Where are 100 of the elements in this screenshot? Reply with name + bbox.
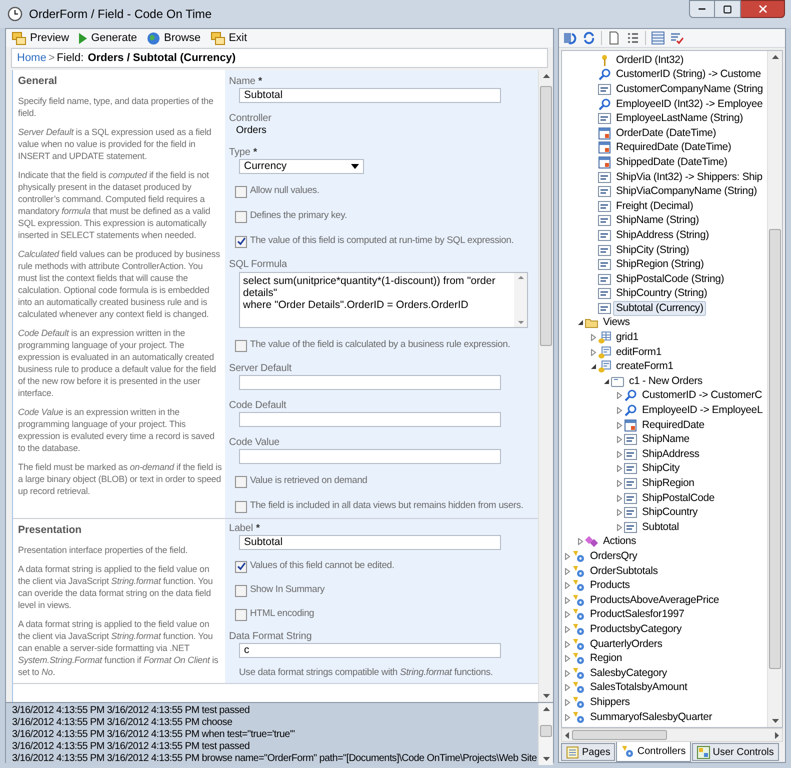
tree-item[interactable]: OrderSubtotals — [587, 564, 661, 579]
scrollbar-thumb[interactable] — [572, 730, 667, 740]
expand-arrow-icon[interactable] — [616, 509, 622, 516]
expand-arrow-icon[interactable] — [590, 334, 596, 342]
tree-item[interactable]: QuarterlyOrders — [587, 636, 666, 652]
checkbox[interactable] — [235, 340, 247, 352]
tree-item[interactable]: ShipCity (String) — [613, 242, 692, 258]
tree-item[interactable]: ShipAddress (String) — [613, 228, 712, 243]
tree-item[interactable]: ShipPostalCode — [639, 490, 718, 506]
tree-item[interactable]: c1 - New Orders — [626, 374, 706, 389]
expand-arrow-icon[interactable] — [564, 714, 570, 721]
collapse-arrow-icon[interactable] — [576, 319, 584, 326]
formula-field[interactable]: select sum(unitprice*quantity*(1-discount)) from "order details" where "Order Details".OrderID = Orders.OrderID — [239, 272, 528, 328]
tree-item[interactable]: ShippedDate (DateTime) — [613, 154, 730, 170]
expand-arrow-icon[interactable] — [616, 465, 622, 472]
checkbox[interactable] — [235, 560, 247, 572]
tree-item[interactable]: ShipCountry — [639, 505, 701, 520]
checklist-icon[interactable] — [670, 31, 684, 45]
scrollbar[interactable] — [767, 51, 782, 727]
page-icon[interactable] — [607, 31, 621, 45]
tree-item[interactable]: Region — [587, 651, 626, 666]
checkbox[interactable] — [235, 500, 247, 512]
scroll-right-icon[interactable] — [775, 732, 779, 738]
expand-arrow-icon[interactable] — [564, 611, 570, 618]
text-field[interactable]: Subtotal — [239, 535, 501, 550]
expand-arrow-icon[interactable] — [564, 568, 570, 575]
tree-item[interactable]: SalesbyCategory — [587, 666, 670, 681]
expand-arrow-icon[interactable] — [576, 538, 584, 546]
tree-item[interactable]: ProductSalesfor1997 — [587, 607, 688, 622]
expand-arrow-icon[interactable] — [564, 626, 570, 633]
scrollbar-thumb[interactable] — [540, 725, 552, 737]
expand-arrow-icon[interactable] — [564, 684, 570, 692]
text-field[interactable] — [239, 375, 501, 390]
checkbox[interactable] — [235, 186, 247, 198]
expand-arrow-icon[interactable] — [616, 436, 622, 444]
expand-arrow-icon[interactable] — [564, 698, 570, 706]
scroll-down-icon[interactable] — [542, 757, 550, 761]
type-dropdown[interactable]: Currency — [239, 159, 364, 174]
tree-item[interactable]: grid1 — [613, 330, 642, 346]
scroll-down-icon[interactable] — [542, 694, 550, 698]
tree-item[interactable]: ShipVia (Int32) -> Shippers: Ship — [613, 170, 766, 185]
text-field[interactable]: c — [239, 643, 501, 658]
expand-arrow-icon[interactable] — [616, 494, 622, 502]
scroll-down-icon[interactable] — [518, 321, 524, 324]
tree-item[interactable]: createForm1 — [613, 359, 676, 374]
scroll-up-icon[interactable] — [772, 55, 778, 59]
tree-item[interactable]: ShipRegion — [639, 476, 698, 492]
text-field[interactable] — [239, 449, 501, 464]
tree-item[interactable]: ShipAddress — [639, 446, 702, 462]
expand-arrow-icon[interactable] — [590, 348, 596, 356]
horizontal-scrollbar[interactable] — [561, 728, 783, 742]
tree-item[interactable]: ShipCountry (String) — [613, 286, 710, 302]
checkbox[interactable] — [235, 210, 247, 222]
expand-arrow-icon[interactable] — [564, 582, 570, 590]
tree-item[interactable]: RequiredDate — [639, 418, 708, 433]
maximize-button[interactable] — [715, 0, 741, 18]
scrollbar[interactable] — [538, 70, 553, 702]
scroll-up-icon[interactable] — [518, 276, 524, 279]
tree-item[interactable]: ShipRegion (String) — [613, 257, 707, 272]
collapse-arrow-icon[interactable] — [602, 378, 610, 385]
tree-item[interactable]: editForm1 — [613, 344, 664, 360]
tree-item[interactable]: EmployeeID -> EmployeeL — [639, 403, 766, 418]
checkbox[interactable] — [235, 476, 247, 488]
toolbar-button[interactable]: Preview — [12, 30, 70, 46]
scrollbar-thumb[interactable] — [540, 86, 552, 346]
tree-item[interactable]: ShipCity — [639, 461, 682, 476]
tree-item[interactable]: OrderDate (DateTime) — [613, 126, 720, 141]
tree-item[interactable]: ShipPostalCode (String) — [613, 272, 728, 287]
scroll-down-icon[interactable] — [772, 719, 778, 723]
tree-item[interactable]: Views — [600, 315, 633, 330]
expand-arrow-icon[interactable] — [564, 596, 570, 604]
expand-arrow-icon[interactable] — [616, 407, 622, 414]
tree-item[interactable]: RequiredDate (DateTime) — [613, 140, 734, 156]
expand-arrow-icon[interactable] — [616, 480, 622, 488]
tree-item[interactable]: Subtotal — [639, 520, 682, 535]
panel-tab[interactable]: Controllers — [616, 742, 691, 762]
text-field[interactable] — [239, 412, 501, 427]
tree-item[interactable]: EmployeeLastName (String) — [613, 111, 746, 126]
tree-item[interactable]: SummaryofSalesbyQuarter — [587, 710, 716, 725]
expand-arrow-icon[interactable] — [564, 670, 570, 677]
tree-item[interactable]: OrderID (Int32) — [613, 52, 687, 68]
close-button[interactable] — [741, 0, 785, 18]
tree-item[interactable]: CustomerID (String) -> Custome — [613, 67, 764, 82]
columns-icon[interactable] — [651, 31, 665, 45]
text-field[interactable]: Subtotal — [239, 88, 501, 103]
tree-item[interactable]: Shippers — [587, 694, 633, 710]
home-link[interactable]: Home — [17, 50, 46, 66]
scroll-up-icon[interactable] — [542, 707, 550, 711]
expand-arrow-icon[interactable] — [616, 392, 622, 400]
tree-item[interactable]: Actions — [600, 534, 640, 550]
scroll-left-icon[interactable] — [565, 732, 569, 738]
tree-item[interactable]: Products — [587, 578, 633, 594]
tree-item[interactable]: Subtotal (Currency) — [613, 300, 706, 316]
panel-tab[interactable]: User Controls — [692, 743, 779, 761]
expand-arrow-icon[interactable] — [564, 655, 570, 662]
list-icon[interactable] — [626, 31, 640, 45]
collapse-arrow-icon[interactable] — [590, 363, 596, 370]
expand-arrow-icon[interactable] — [564, 640, 570, 648]
expand-arrow-icon[interactable] — [616, 450, 622, 458]
toolbar-button[interactable]: Exit — [210, 30, 248, 46]
